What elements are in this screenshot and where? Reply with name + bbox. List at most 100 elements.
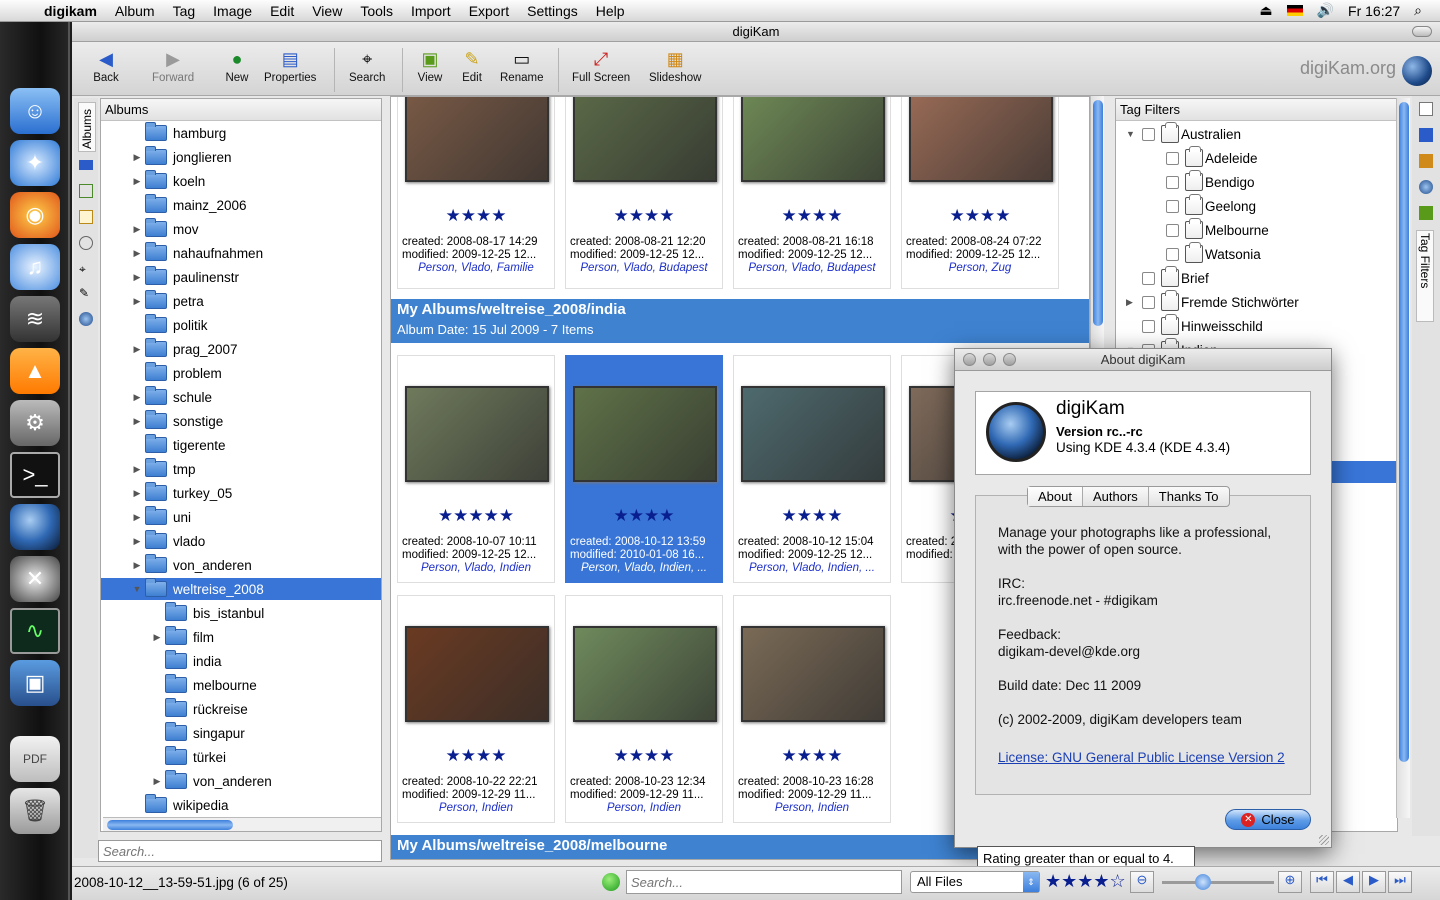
expand-arrow-icon[interactable]: ▶	[131, 488, 143, 499]
album-item[interactable]: ▶ vlado	[101, 530, 381, 552]
expand-arrow-icon[interactable]: ▶	[131, 344, 143, 355]
terminal-icon[interactable]: >_	[10, 452, 60, 498]
calendar-tab-icon[interactable]	[79, 160, 93, 170]
album-item[interactable]: ▶ jonglieren	[101, 146, 381, 168]
tag-checkbox[interactable]	[1166, 151, 1179, 165]
album-item[interactable]: ▶ schule	[101, 386, 381, 408]
image-card[interactable]: ★★★★ created: 2008-08-17 14:29 modified: 2…	[397, 97, 555, 289]
albums-hscroll-thumb[interactable]	[107, 820, 233, 830]
album-item[interactable]: türkei	[101, 746, 381, 768]
feedback-email[interactable]: digikam-devel@kde.org	[998, 643, 1140, 660]
tag-checkbox[interactable]	[1166, 223, 1179, 237]
album-item[interactable]: melbourne	[101, 674, 381, 696]
expand-arrow-icon[interactable]: ▶	[131, 176, 143, 187]
tag-checkbox[interactable]	[1142, 127, 1155, 141]
rating-stars[interactable]: ★★★★	[902, 206, 1058, 226]
menu-album[interactable]: Album	[106, 0, 164, 22]
timeline-tab-icon[interactable]	[79, 236, 93, 250]
menu-app[interactable]: digikam	[38, 0, 106, 22]
tag-checkbox[interactable]	[1142, 319, 1155, 333]
search-tab-icon[interactable]: ⌖	[79, 262, 86, 277]
metadata-tab-icon[interactable]	[1419, 128, 1433, 142]
tab-tag-filters[interactable]: Tag Filters	[1416, 230, 1434, 322]
tag-checkbox[interactable]	[1142, 271, 1155, 285]
albums-search-input[interactable]	[98, 840, 382, 862]
image-thumbnail[interactable]	[405, 386, 549, 482]
safari-icon[interactable]: ✦	[10, 140, 60, 186]
close-window-icon[interactable]	[963, 353, 976, 366]
albums-hscrollbar[interactable]	[103, 817, 381, 831]
menu-edit[interactable]: Edit	[261, 0, 303, 22]
expand-arrow-icon[interactable]: ▶	[131, 536, 143, 547]
image-card[interactable]: ★★★★ created: 2008-08-24 07:22 modified: 2…	[901, 97, 1059, 289]
expand-arrow-icon[interactable]: ▶	[131, 152, 143, 163]
tag-filter-item[interactable]: Adeleide	[1116, 146, 1396, 170]
geolocation-tab-icon[interactable]	[1419, 180, 1433, 194]
spotlight-icon[interactable]: ⌕	[1414, 2, 1422, 19]
fuzzy-search-tab-icon[interactable]: ✎	[79, 286, 89, 300]
tag-filter-item[interactable]: Watsonia	[1116, 242, 1396, 266]
itunes-icon[interactable]: ♫	[10, 244, 60, 290]
properties-tab-icon[interactable]	[1419, 102, 1433, 116]
album-item[interactable]: rückreise	[101, 698, 381, 720]
tagfilters-scrollbar[interactable]	[1396, 98, 1410, 818]
album-item[interactable]: ▶ prag_2007	[101, 338, 381, 360]
album-item[interactable]: ▶ paulinenstr	[101, 266, 381, 288]
collapse-arrow-icon[interactable]: ▼	[131, 584, 143, 594]
expand-arrow-icon[interactable]: ▶	[131, 560, 143, 571]
tagfilters-scroll-thumb[interactable]	[1399, 102, 1409, 762]
image-card[interactable]: ★★★★ created: 2008-10-23 16:28 modified: 2…	[733, 595, 891, 823]
tab-authors[interactable]: Authors	[1083, 487, 1149, 506]
new-album-button[interactable]: ● New	[223, 46, 251, 85]
labels-tab-icon[interactable]	[79, 210, 93, 224]
image-thumbnail[interactable]	[909, 97, 1053, 182]
zoom-out-icon[interactable]: ⊖	[1130, 871, 1154, 893]
image-thumbnail[interactable]	[741, 386, 885, 482]
album-item[interactable]: mainz_2006	[101, 194, 381, 216]
album-item[interactable]: ▶ nahaufnahmen	[101, 242, 381, 264]
tag-filter-item[interactable]: Bendigo	[1116, 170, 1396, 194]
image-thumbnail[interactable]	[741, 626, 885, 722]
menu-tag[interactable]: Tag	[164, 0, 205, 22]
album-item[interactable]: ▶ koeln	[101, 170, 381, 192]
status-search-input[interactable]	[626, 870, 902, 894]
firefox-icon[interactable]: ◉	[10, 192, 60, 238]
rating-stars[interactable]: ★★★★	[566, 746, 722, 766]
last-image-icon[interactable]: ⏭	[1388, 871, 1412, 893]
album-item[interactable]: ▶ von_anderen	[101, 554, 381, 576]
album-item[interactable]: hamburg	[101, 122, 381, 144]
tag-checkbox[interactable]	[1166, 175, 1179, 189]
flag-icon[interactable]	[1286, 5, 1303, 16]
minimize-window-icon[interactable]	[983, 353, 996, 366]
expand-arrow-icon[interactable]: ▶	[1126, 297, 1138, 308]
expand-arrow-icon[interactable]: ▶	[151, 776, 163, 787]
album-item[interactable]: india	[101, 650, 381, 672]
image-card[interactable]: ★★★★ created: 2008-08-21 16:18 modified: 2…	[733, 97, 891, 289]
menu-settings[interactable]: Settings	[518, 0, 587, 22]
rating-stars[interactable]: ★★★★	[734, 506, 890, 526]
iconview-scroll-thumb[interactable]	[1093, 100, 1103, 326]
tag-checkbox[interactable]	[1166, 199, 1179, 213]
license-link[interactable]: License: GNU General Public License Vers…	[998, 749, 1285, 766]
volume-icon[interactable]: 🔊	[1317, 2, 1334, 19]
rename-button[interactable]: ▭ Rename	[500, 46, 543, 85]
menu-image[interactable]: Image	[204, 0, 261, 22]
properties-button[interactable]: ▤ Properties	[264, 46, 316, 85]
tag-checkbox[interactable]	[1142, 295, 1155, 309]
album-item[interactable]: politik	[101, 314, 381, 336]
tag-checkbox[interactable]	[1166, 247, 1179, 261]
clock[interactable]: Fr 16:27	[1348, 3, 1400, 19]
rating-stars[interactable]: ★★★★	[566, 206, 722, 226]
file-type-filter-select[interactable]: All Files ⇕	[910, 871, 1040, 893]
slideshow-button[interactable]: ▦ Slideshow	[649, 46, 701, 85]
captions-tab-icon[interactable]	[1419, 206, 1433, 220]
expand-arrow-icon[interactable]: ▶	[131, 392, 143, 403]
tag-filter-item[interactable]: ▶ Fremde Stichwörter	[1116, 290, 1396, 314]
image-card[interactable]: ★★★★ created: 2008-10-22 22:21 modified: 2…	[397, 595, 555, 823]
album-item[interactable]: ▶ von_anderen	[101, 770, 381, 792]
album-item[interactable]: ▼ weltreise_2008	[101, 578, 381, 600]
activity-monitor-icon[interactable]: ∿	[10, 608, 60, 654]
image-card[interactable]: ★★★★ created: 2008-08-21 12:20 modified: 2…	[565, 97, 723, 289]
full-screen-button[interactable]: ⤢ Full Screen	[572, 46, 630, 85]
image-thumbnail[interactable]	[573, 386, 717, 482]
